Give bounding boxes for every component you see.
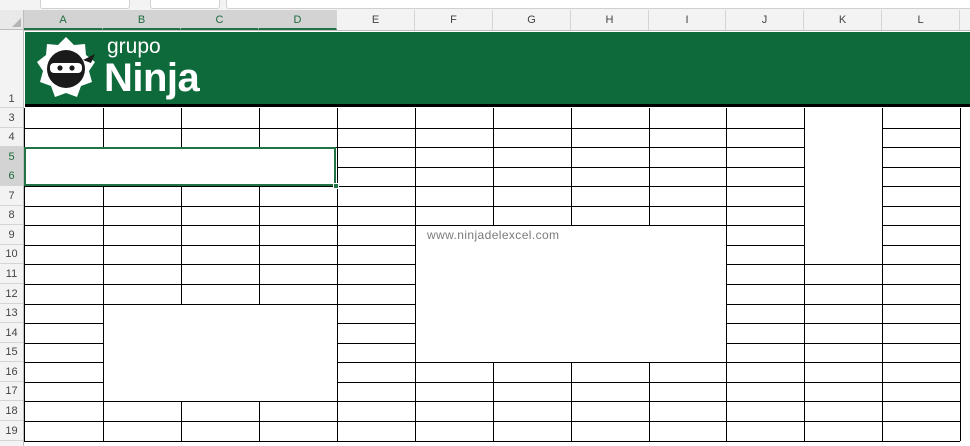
watermark-text: www.ninjadelexcel.com: [427, 228, 560, 242]
logo-ninja-text: Ninja: [104, 56, 200, 100]
ninja-logo-icon: [37, 37, 95, 97]
fill-handle[interactable]: [333, 183, 339, 189]
logo-grupo-text: grupo: [107, 35, 161, 58]
banner-underline: [25, 104, 970, 107]
